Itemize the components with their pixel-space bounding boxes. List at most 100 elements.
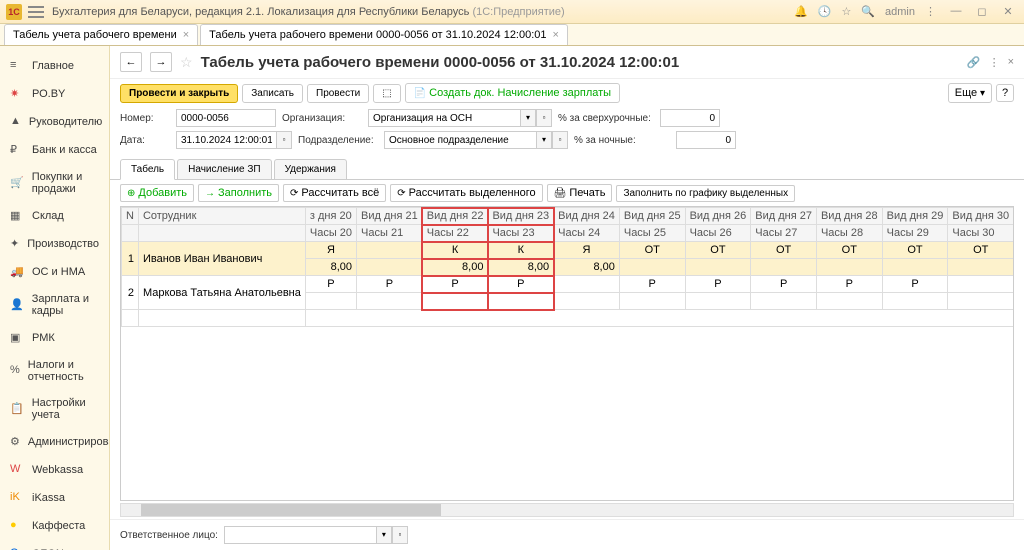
responsible-field[interactable] — [224, 526, 376, 544]
search-icon[interactable]: 🔍 — [861, 5, 875, 18]
sidebar-item[interactable]: ✦Производство — [0, 230, 109, 258]
sidebar-item[interactable]: %Налоги и отчетность — [0, 352, 109, 390]
night-field[interactable] — [676, 131, 736, 149]
maximize-button[interactable]: ◻ — [972, 5, 992, 18]
col-subheader: Часы 24 — [554, 225, 620, 242]
close-button[interactable]: ✕ — [998, 5, 1018, 18]
dropdown-icon[interactable]: ▾ — [520, 109, 536, 127]
sidebar-item-label: Webkassa — [32, 464, 83, 476]
fill-button[interactable]: → Заполнить — [198, 184, 279, 202]
table-row[interactable]: 1Иванов Иван ИвановичЯККЯОТОТОТОТОТОТОТ1… — [122, 242, 1015, 259]
sidebar-item[interactable]: ▣РМК — [0, 324, 109, 352]
col-subheader: Часы 22 — [422, 225, 488, 242]
col-subheader: Часы 26 — [685, 225, 751, 242]
open-icon[interactable]: ▫ — [392, 526, 408, 544]
write-button[interactable]: Записать — [242, 84, 303, 103]
structure-button[interactable]: ⬚ — [373, 84, 400, 103]
date-field[interactable] — [176, 131, 276, 149]
col-header: Вид дня 27 — [751, 208, 817, 225]
sidebar-item-label: РО.BY — [32, 88, 65, 100]
org-field[interactable] — [368, 109, 520, 127]
sidebar-item[interactable]: iKiKassa — [0, 484, 109, 512]
table-row[interactable]: 2Маркова Татьяна АнатольевнаРРРРРРРРР23,… — [122, 276, 1015, 293]
tab-list[interactable]: Табель учета рабочего времени× — [4, 24, 198, 45]
tab-document[interactable]: Табель учета рабочего времени 0000-0056 … — [200, 24, 568, 45]
link-icon[interactable]: 🔗 — [967, 56, 981, 69]
open-icon[interactable]: ▫ — [552, 131, 568, 149]
nav-icon: ▦ — [10, 209, 24, 223]
col-subheader: Часы 23 — [488, 225, 554, 242]
night-label: % за ночные: — [574, 135, 670, 146]
doc-title: Табель учета рабочего времени 0000-0056 … — [201, 54, 680, 71]
sidebar-item-label: Склад — [32, 210, 64, 222]
sidebar-item[interactable]: ≡Главное — [0, 52, 109, 80]
sidebar-item-label: ОС и НМА — [32, 266, 85, 278]
nav-icon: 📋 — [10, 402, 24, 416]
close-icon[interactable]: × — [553, 29, 559, 41]
sidebar-item-label: Руководителю — [29, 116, 102, 128]
star-icon[interactable]: ☆ — [841, 5, 851, 18]
col-subheader: Часы 20 — [305, 225, 356, 242]
sidebar-item[interactable]: 📋 Настройки учета — [0, 390, 109, 428]
menu-icon[interactable] — [28, 6, 44, 18]
h-scrollbar[interactable] — [120, 503, 1014, 517]
tabs-bar: Табель учета рабочего времени× Табель уч… — [0, 24, 1024, 46]
forward-button[interactable]: → — [150, 52, 172, 72]
create-doc-button[interactable]: 📄 Создать док. Начисление зарплаты — [405, 83, 620, 103]
tab-deductions[interactable]: Удержания — [274, 159, 347, 179]
calendar-icon[interactable]: ▫ — [276, 131, 292, 149]
sidebar-item[interactable]: ▲Руководителю — [0, 108, 109, 136]
bell-icon[interactable]: 🔔 — [794, 5, 808, 18]
add-button[interactable]: ⊕ Добавить — [120, 184, 194, 202]
open-icon[interactable]: ▫ — [536, 109, 552, 127]
recalc-button[interactable]: ⟳ Рассчитать всё — [283, 184, 386, 202]
timesheet-grid[interactable]: NСотрудникз дня 20Вид дня 21Вид дня 22Ви… — [120, 206, 1014, 501]
date-label: Дата: — [120, 135, 170, 146]
back-button[interactable]: ← — [120, 52, 142, 72]
col-header: Вид дня 28 — [816, 208, 882, 225]
sidebar-item[interactable]: ✷РО.BY — [0, 80, 109, 108]
sidebar-item[interactable]: OOZON — [0, 540, 109, 550]
sidebar-item-label: Настройки учета — [32, 397, 99, 421]
col-subheader: Часы 27 — [751, 225, 817, 242]
number-field[interactable] — [176, 109, 276, 127]
sidebar-item[interactable]: 👤Зарплата и кадры — [0, 286, 109, 324]
favorite-icon[interactable]: ☆ — [180, 54, 193, 71]
print-button[interactable]: 🖨 Печать — [547, 184, 613, 202]
dept-field[interactable] — [384, 131, 536, 149]
number-label: Номер: — [120, 113, 170, 124]
tab-timesheet[interactable]: Табель — [120, 159, 175, 180]
history-icon[interactable]: 🕓 — [818, 5, 832, 18]
sidebar-item[interactable]: WWebkassa — [0, 456, 109, 484]
post-button[interactable]: Провести — [307, 84, 369, 103]
sidebar-item[interactable]: 🚚ОС и НМА — [0, 258, 109, 286]
col-subheader: Часы 21 — [357, 225, 423, 242]
dropdown-icon[interactable]: ▾ — [536, 131, 552, 149]
help-button[interactable]: ? — [996, 84, 1014, 102]
more-button[interactable]: Еще ▾ — [948, 83, 992, 103]
tab-payroll[interactable]: Начисление ЗП — [177, 159, 271, 179]
overtime-field[interactable] — [660, 109, 720, 127]
sidebar-item[interactable]: ⚙Администрирование — [0, 428, 109, 456]
col-header: Вид дня 25 — [619, 208, 685, 225]
dropdown-icon[interactable]: ▾ — [376, 526, 392, 544]
nav-icon: ≡ — [10, 59, 24, 73]
close-panel-button[interactable]: × — [1008, 56, 1014, 68]
sidebar-item[interactable]: 🛒Покупки и продажи — [0, 164, 109, 202]
sidebar-item-label: Покупки и продажи — [32, 171, 99, 195]
settings-icon[interactable]: ⋮ — [925, 5, 936, 18]
nav-icon: ✦ — [10, 237, 19, 251]
col-subheader: Часы 30 — [948, 225, 1014, 242]
sidebar-item[interactable]: ▦ Склад — [0, 202, 109, 230]
sidebar-item-label: Налоги и отчетность — [28, 359, 99, 383]
sidebar-item[interactable]: ₽Банк и касса — [0, 136, 109, 164]
fill-schedule-button[interactable]: Заполнить по графику выделенных — [616, 185, 795, 202]
kebab-icon[interactable]: ⋮ — [989, 56, 1000, 69]
minimize-button[interactable]: — — [946, 5, 966, 18]
post-close-button[interactable]: Провести и закрыть — [120, 84, 238, 103]
recalc-sel-button[interactable]: ⟳ Рассчитать выделенного — [390, 184, 542, 202]
close-icon[interactable]: × — [183, 29, 189, 41]
sidebar-item-label: РМК — [32, 332, 55, 344]
table-row: 184,00 — [122, 310, 1015, 327]
sidebar-item[interactable]: ●Каффеста — [0, 512, 109, 540]
